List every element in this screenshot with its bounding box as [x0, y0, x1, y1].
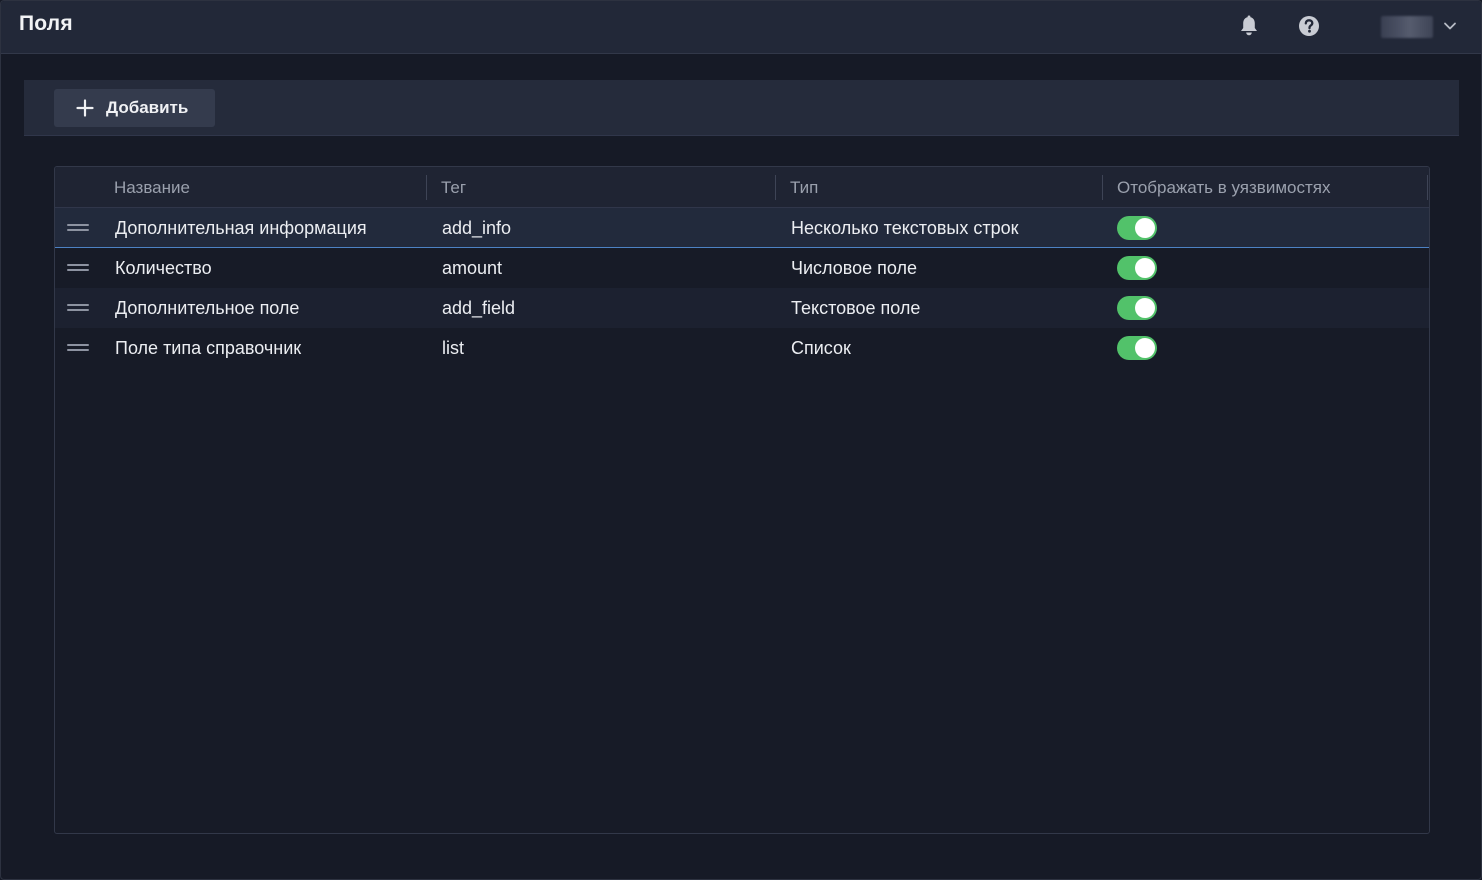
column-header-name[interactable]: Название — [114, 167, 190, 208]
column-resize-handle[interactable] — [1102, 175, 1103, 200]
table-row[interactable]: Поле типа справочник list Список — [55, 328, 1429, 368]
cell-type: Список — [791, 338, 851, 358]
toggle-knob — [1135, 338, 1155, 358]
drag-handle-icon[interactable] — [67, 264, 89, 272]
cell-tag: list — [442, 338, 464, 358]
cell-name: Количество — [115, 258, 212, 278]
add-button-label: Добавить — [106, 98, 189, 117]
chevron-down-icon — [1443, 18, 1457, 36]
page-title: Поля — [19, 12, 73, 35]
drag-handle-icon[interactable] — [67, 344, 89, 352]
toggle-knob — [1135, 218, 1155, 238]
fields-table: Название Тег Тип Отображать в уязвимостя… — [54, 166, 1430, 834]
add-button[interactable]: Добавить — [54, 89, 215, 127]
drag-handle-icon[interactable] — [67, 304, 89, 312]
bell-icon[interactable] — [1238, 15, 1260, 37]
column-resize-handle[interactable] — [775, 175, 776, 200]
column-header-type[interactable]: Тип — [790, 167, 818, 208]
cell-name: Поле типа справочник — [115, 338, 302, 358]
toggle-knob — [1135, 258, 1155, 278]
cell-type: Числовое поле — [791, 258, 918, 278]
column-header-show-in-vulns[interactable]: Отображать в уязвимостях — [1117, 167, 1330, 208]
avatar — [1381, 16, 1433, 38]
table-row[interactable]: Дополнительная информация add_info Неско… — [55, 208, 1429, 248]
cell-name: Дополнительное поле — [115, 298, 300, 318]
cell-name: Дополнительная информация — [115, 218, 367, 238]
column-resize-handle[interactable] — [1427, 175, 1428, 200]
toolbar: Добавить — [24, 80, 1459, 136]
app-window: Поля Добавить Название Тег Тип Отображат… — [0, 0, 1482, 880]
show-in-vulns-toggle[interactable] — [1117, 336, 1157, 360]
cell-tag: add_field — [442, 298, 516, 318]
user-menu[interactable] — [1381, 15, 1461, 39]
cell-tag: amount — [442, 258, 503, 278]
column-resize-handle[interactable] — [426, 175, 427, 200]
drag-handle-icon[interactable] — [67, 224, 89, 232]
help-icon[interactable] — [1298, 15, 1320, 37]
cell-tag: add_info — [442, 218, 512, 238]
column-header-tag[interactable]: Тег — [441, 167, 466, 208]
cell-type: Текстовое поле — [791, 298, 921, 318]
plus-icon — [76, 99, 94, 117]
show-in-vulns-toggle[interactable] — [1117, 256, 1157, 280]
table-header: Название Тег Тип Отображать в уязвимостя… — [55, 167, 1429, 208]
cell-type: Несколько текстовых строк — [791, 218, 1019, 238]
show-in-vulns-toggle[interactable] — [1117, 216, 1157, 240]
top-bar: Поля — [1, 1, 1481, 54]
toggle-knob — [1135, 298, 1155, 318]
table-row[interactable]: Дополнительное поле add_field Текстовое … — [55, 288, 1429, 328]
table-row[interactable]: Количество amount Числовое поле — [55, 248, 1429, 288]
show-in-vulns-toggle[interactable] — [1117, 296, 1157, 320]
